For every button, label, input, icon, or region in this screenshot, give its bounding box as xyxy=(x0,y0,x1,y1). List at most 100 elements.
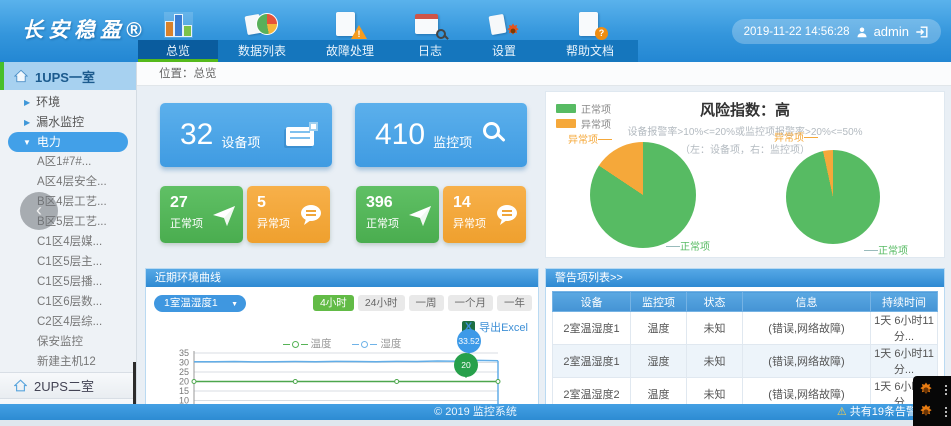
datetime: 2019-11-22 14:56:28 xyxy=(744,26,850,38)
monitor-count-card[interactable]: 410 监控项 xyxy=(355,103,527,167)
tree-child-item[interactable]: A区1#7#... xyxy=(0,152,136,172)
tab-label: 日志 xyxy=(394,40,466,62)
tree-child-item[interactable]: C1区5层播... xyxy=(0,272,136,292)
sensor-dropdown[interactable]: 1室温湿度1▼ xyxy=(154,295,246,312)
magnifier-icon xyxy=(481,122,513,148)
user-info-pill[interactable]: 2019-11-22 14:56:28 admin xyxy=(732,19,941,44)
breadcrumb: 位置：总览 xyxy=(137,62,951,86)
sidebar: 1UPS一室 ▶环境 ▶漏水监控 ▼电力 A区1#7#... A区4层安全...… xyxy=(0,62,137,404)
paper-plane-icon xyxy=(212,204,236,228)
col-header-duration: 持续时间 xyxy=(871,292,938,312)
recorder-gear-icon xyxy=(917,381,935,399)
legend-swatch-abnormal xyxy=(556,119,576,128)
tab-data-list[interactable]: 数据列表 xyxy=(218,0,306,62)
monitor-normal-card[interactable]: 396 正常项 xyxy=(356,186,439,243)
tree-item-leak-monitor[interactable]: ▶漏水监控 xyxy=(0,112,136,132)
home-icon xyxy=(14,379,27,392)
device-card-icon xyxy=(286,122,318,148)
group-label: 1UPS一室 xyxy=(35,67,95,86)
device-count: 32 xyxy=(180,118,213,152)
alert-row[interactable]: 2室温湿度1温度未知(错误,网络故障)1天 6小时11分... xyxy=(553,312,938,345)
app-window: 长安稳盈® 总览 数据列表 ! 故障处理 xyxy=(0,0,951,426)
sidebar-scrollbar[interactable] xyxy=(133,362,136,404)
range-button-4h[interactable]: 4小时 xyxy=(313,295,354,311)
col-header-info: 信息 xyxy=(743,292,871,312)
tree-child-item[interactable]: A区4层安全... xyxy=(0,172,136,192)
recorder-gear-icon xyxy=(917,403,935,421)
main-nav: 总览 数据列表 ! 故障处理 日志 设置 xyxy=(138,0,638,62)
trend-line-chart: 353025201510 xyxy=(146,349,540,404)
footer: © 2019 监控系统 ⚠共有19条告警 xyxy=(0,404,951,420)
pie-callout-abnormal: 异常项 xyxy=(568,131,612,146)
col-header-device: 设备 xyxy=(553,292,631,312)
bottom-strip xyxy=(0,420,951,426)
tree-child-item[interactable]: 保安监控 xyxy=(0,332,136,352)
tab-fault-handling[interactable]: ! 故障处理 xyxy=(306,0,394,62)
svg-text:10: 10 xyxy=(179,396,189,405)
tree-child-item[interactable]: C1区5层主... xyxy=(0,252,136,272)
tab-logs[interactable]: 日志 xyxy=(394,0,466,62)
svg-text:30: 30 xyxy=(179,358,189,368)
device-count-card[interactable]: 32 设备项 xyxy=(160,103,332,167)
pie-legend: 正常项 异常项 xyxy=(556,101,611,131)
temperature-value-marker: 20 xyxy=(454,353,478,377)
tree-item-environment[interactable]: ▶环境 xyxy=(0,92,136,112)
col-header-monitor: 监控项 xyxy=(631,292,687,312)
tab-settings[interactable]: 设置 xyxy=(466,0,542,62)
alert-count-status[interactable]: ⚠共有19条告警 xyxy=(837,404,917,420)
humidity-value-marker: 33.52 xyxy=(457,329,481,353)
calendar-search-icon xyxy=(412,10,448,40)
logout-icon[interactable] xyxy=(915,25,929,39)
monitor-count: 410 xyxy=(375,118,425,152)
alerts-table: 设备 监控项 状态 信息 持续时间 2室温湿度1温度未知(错误,网络故障)1天 … xyxy=(552,291,938,404)
tree-child-item[interactable]: C1区4层媒... xyxy=(0,232,136,252)
screen-recorder-overlay[interactable] xyxy=(913,376,951,426)
speech-bubble-icon xyxy=(495,204,519,226)
sidebar-collapse-button[interactable]: ‹ xyxy=(20,192,58,230)
sidebar-group-2ups[interactable]: 2UPS二室 xyxy=(0,372,136,398)
warning-doc-icon: ! xyxy=(332,10,368,40)
bar-chart-icon xyxy=(160,10,196,40)
tree-child-item[interactable]: C1区6层数... xyxy=(0,292,136,312)
alerts-panel-title[interactable]: 警告项列表>> xyxy=(546,269,944,287)
help-doc-icon: ? xyxy=(572,10,608,40)
copyright: © 2019 监控系统 xyxy=(434,406,517,418)
pie-callout-normal: 正常项 xyxy=(666,238,710,253)
tree-child-item[interactable]: C2区4层综... xyxy=(0,312,136,332)
sidebar-group-1ups[interactable]: 1UPS一室 xyxy=(0,62,136,90)
user-icon xyxy=(856,26,868,38)
main-content: 位置：总览 32 设备项 410 监控项 27 正常项 5 异常项 396 正常… xyxy=(137,62,951,404)
gear-icon xyxy=(486,10,522,40)
range-button-year[interactable]: 一年 xyxy=(497,295,532,311)
range-button-month[interactable]: 一个月 xyxy=(448,295,494,311)
group-label: 2UPS二室 xyxy=(34,376,94,395)
tab-label: 帮助文档 xyxy=(542,40,638,62)
svg-text:25: 25 xyxy=(179,367,189,377)
tab-help-docs[interactable]: ? 帮助文档 xyxy=(542,0,638,62)
paper-plane-icon xyxy=(408,204,432,228)
device-abnormal-card[interactable]: 5 异常项 xyxy=(247,186,330,243)
menu-dots-icon xyxy=(945,383,947,397)
risk-index-panel: 正常项 异常项 风险指数：高 设备报警率>10%<=20%或监控项报警率>20%… xyxy=(545,91,945,258)
svg-text:20: 20 xyxy=(179,377,189,387)
alert-row[interactable]: 2室温湿度2温度未知(错误,网络故障)1天 6小时11分... xyxy=(553,378,938,405)
range-button-24h[interactable]: 24小时 xyxy=(358,295,405,311)
monitor-abnormal-card[interactable]: 14 异常项 xyxy=(443,186,526,243)
svg-text:15: 15 xyxy=(179,386,189,396)
warning-icon: ⚠ xyxy=(837,406,847,418)
range-button-week[interactable]: 一周 xyxy=(409,295,444,311)
trend-panel: 近期环境曲线 1室温湿度1▼ 4小时 24小时 一周 一个月 一年 X 导出Ex… xyxy=(145,268,539,404)
tree-child-item[interactable]: 新建主机12 xyxy=(0,352,136,372)
alerts-panel: 警告项列表>> 设备 监控项 状态 信息 持续时间 2室温湿度1温度未知(错误,… xyxy=(545,268,945,404)
home-icon xyxy=(14,69,28,83)
device-normal-card[interactable]: 27 正常项 xyxy=(160,186,243,243)
tree-item-power[interactable]: ▼电力 xyxy=(8,132,128,152)
pie-callout-abnormal: 异常项 xyxy=(774,129,818,144)
tab-label: 设置 xyxy=(466,40,542,62)
app-logo: 长安稳盈® xyxy=(22,14,146,44)
trend-panel-title: 近期环境曲线 xyxy=(146,269,538,287)
tab-overview[interactable]: 总览 xyxy=(138,0,218,62)
alert-row[interactable]: 2室温湿度1湿度未知(错误,网络故障)1天 6小时11分... xyxy=(553,345,938,378)
pie-callout-normal: 正常项 xyxy=(864,242,908,257)
tab-label: 总览 xyxy=(138,40,218,62)
